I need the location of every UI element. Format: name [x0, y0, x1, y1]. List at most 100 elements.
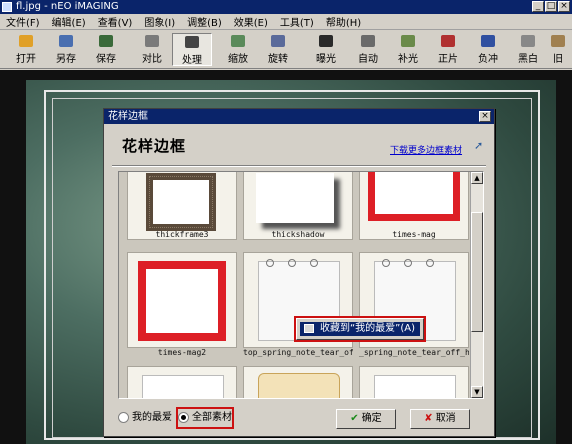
frame-card[interactable] — [243, 366, 353, 398]
radio-favorites-label: 我的最爱 — [132, 412, 172, 423]
tool-label: 正片 — [438, 54, 458, 65]
menu-effects[interactable]: 效果(E) — [228, 14, 274, 29]
ok-button[interactable]: ✔ 确定 — [336, 409, 396, 429]
tool-label: 打开 — [16, 54, 36, 65]
fill-light-icon — [401, 35, 415, 47]
cursor-icon: ➚ — [474, 139, 484, 152]
tool-fill-light-button[interactable]: 补光 — [388, 33, 428, 66]
app-icon — [2, 2, 12, 12]
tool-compare-button[interactable]: 对比 — [132, 33, 172, 66]
menu-view[interactable]: 查看(V) — [92, 14, 139, 29]
gallery-scrollbar[interactable]: ▲ ▼ — [470, 172, 483, 398]
frame-card[interactable]: times-mag — [359, 172, 469, 240]
check-icon: ✔ — [350, 413, 359, 424]
tool-label: 保存 — [96, 54, 116, 65]
ok-label: 确定 — [361, 413, 382, 424]
tool-label: 曝光 — [316, 54, 336, 65]
tool-process-button[interactable]: 处理 — [172, 33, 212, 66]
auto-icon — [361, 35, 375, 47]
cancel-label: 取消 — [435, 413, 456, 424]
frame-card[interactable]: top_spring_note_tear_off — [243, 252, 353, 357]
frame-label: _spring_note_tear_off_hx — [359, 348, 469, 357]
radio-all-materials[interactable]: 全部素材 — [176, 407, 234, 429]
positive-film-icon — [441, 35, 455, 47]
tool-label: 自动 — [358, 54, 378, 65]
compare-icon — [145, 35, 159, 47]
download-more-link[interactable]: 下载更多边框素材 — [390, 143, 462, 156]
tool-save-as-button[interactable]: 另存 — [46, 33, 86, 66]
tool-positive-film-button[interactable]: 正片 — [428, 33, 468, 66]
tool-open-button[interactable]: 打开 — [6, 33, 46, 66]
frame-label: thickframe3 — [155, 230, 209, 239]
dialog-title: 花样边框 — [108, 111, 148, 122]
open-icon — [19, 35, 33, 47]
cross-process-icon — [481, 35, 495, 47]
toolbar: 打开 另存 保存 对比 处理 缩放 旋转 曝光 自动 补光 正片 负冲 黑白 旧 — [0, 30, 572, 69]
scroll-thumb[interactable] — [471, 212, 483, 332]
tool-label: 黑白 — [518, 54, 538, 65]
tool-exposure-button[interactable]: 曝光 — [306, 33, 346, 66]
rotate-icon — [271, 35, 285, 47]
scroll-down-button[interactable]: ▼ — [471, 386, 483, 398]
header-divider — [112, 165, 486, 167]
menu-image[interactable]: 图象(I) — [138, 14, 181, 29]
tool-black-white-button[interactable]: 黑白 — [508, 33, 548, 66]
context-menu-label: 收藏到“我的最爱”(A) — [320, 323, 416, 334]
tool-label: 缩放 — [228, 54, 248, 65]
menu-tools[interactable]: 工具(T) — [274, 14, 320, 29]
radio-on-icon — [178, 411, 189, 423]
tool-auto-button[interactable]: 自动 — [348, 33, 388, 66]
tool-label: 负冲 — [478, 54, 498, 65]
cancel-button[interactable]: ✘ 取消 — [410, 409, 470, 429]
menu-help[interactable]: 帮助(H) — [320, 14, 367, 29]
dialog-close-button[interactable]: × — [479, 111, 491, 122]
menu-adjust[interactable]: 调整(B) — [181, 14, 228, 29]
menu-file[interactable]: 文件(F) — [0, 14, 46, 29]
save-icon — [99, 35, 113, 47]
frame-card[interactable]: times-mag2 — [127, 252, 237, 357]
dialog-heading: 花样边框 — [122, 137, 187, 155]
menu-bar: 文件(F) 编辑(E) 查看(V) 图象(I) 调整(B) 效果(E) 工具(T… — [0, 14, 572, 30]
scroll-up-button[interactable]: ▲ — [471, 172, 483, 184]
radio-favorites[interactable]: 我的最爱 — [118, 409, 172, 427]
radio-off-icon — [118, 411, 129, 423]
frame-card[interactable]: _spring_note_tear_off_hx — [359, 252, 469, 357]
frame-card[interactable] — [127, 366, 237, 398]
tool-label: 对比 — [142, 54, 162, 65]
frame-thumbnail-plain — [127, 366, 237, 398]
close-button[interactable]: × — [558, 1, 570, 12]
old-photo-icon — [551, 35, 565, 47]
tool-rotate-button[interactable]: 旋转 — [258, 33, 298, 66]
favorite-icon — [304, 324, 314, 333]
frame-label: times-mag2 — [157, 348, 207, 357]
frame-dialog: 花样边框 × 花样边框 下载更多边框素材 ➚ thickframe3 thick… — [103, 108, 495, 437]
tool-cross-process-button[interactable]: 负冲 — [468, 33, 508, 66]
tool-zoom-button[interactable]: 缩放 — [218, 33, 258, 66]
tool-label: 旧 — [553, 54, 563, 65]
radio-all-label: 全部素材 — [192, 412, 232, 423]
tool-label: 处理 — [182, 55, 202, 66]
tool-label: 补光 — [398, 54, 418, 65]
tool-save-button[interactable]: 保存 — [86, 33, 126, 66]
frame-label: top_spring_note_tear_off — [243, 348, 353, 357]
frame-card[interactable] — [359, 366, 469, 398]
frame-label: times-mag — [392, 230, 436, 239]
context-menu-add-favorite[interactable]: 收藏到“我的最爱”(A) — [300, 322, 420, 336]
window-controls: _ □ × — [532, 1, 570, 12]
tool-old-photo-button[interactable]: 旧 — [544, 33, 572, 66]
frame-gallery[interactable]: thickframe3 thickshadow times-mag times-… — [118, 171, 484, 399]
menu-edit[interactable]: 编辑(E) — [46, 14, 92, 29]
frame-card[interactable]: thickframe3 — [127, 172, 237, 240]
exposure-icon — [319, 35, 333, 47]
frame-thumbnail-red — [127, 252, 237, 348]
black-white-icon — [521, 35, 535, 47]
frame-card[interactable]: thickshadow — [243, 172, 353, 240]
maximize-button[interactable]: □ — [545, 1, 557, 12]
frame-thumbnail-plain — [359, 366, 469, 398]
context-menu: 收藏到“我的最爱”(A) — [294, 316, 426, 342]
window-title: fl.jpg - nEO iMAGING — [16, 1, 119, 12]
save-as-icon — [59, 35, 73, 47]
zoom-icon — [231, 35, 245, 47]
minimize-button[interactable]: _ — [532, 1, 544, 12]
dialog-header: 花样边框 下载更多边框素材 ➚ — [112, 133, 486, 161]
